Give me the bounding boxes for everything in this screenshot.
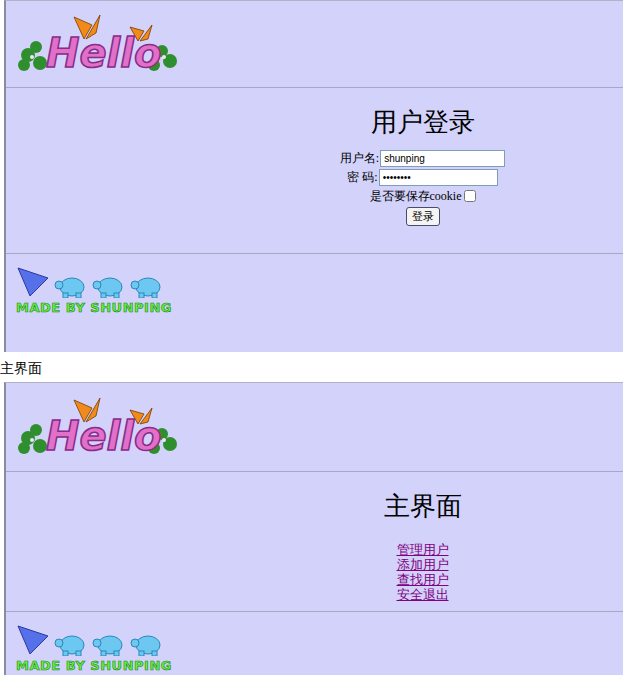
footer: MADE BY SHUNPING	[6, 612, 623, 675]
triangle-icon	[16, 624, 50, 656]
footer-logo: MADE BY SHUNPING	[16, 266, 613, 316]
username-input[interactable]	[380, 150, 505, 167]
turtle-icon	[130, 632, 164, 656]
login-button[interactable]: 登录	[406, 207, 440, 226]
field-row: 用户名:	[340, 150, 505, 167]
menu-link[interactable]: 安全退出	[397, 587, 449, 602]
login-title: 用户登录	[371, 106, 475, 140]
field-label: 密 码:	[347, 169, 377, 186]
header: Hello	[6, 1, 623, 88]
turtle-icon	[92, 632, 126, 656]
turtle-icon	[54, 274, 88, 298]
main-panel: Hello 主界面管理用户添加用户查找用户安全退出 MADE BY SHUNPING	[4, 382, 623, 675]
menu-link[interactable]: 管理用户	[397, 542, 449, 557]
login-content: 用户登录用户名: 密 码: 是否要保存cookie 登录	[6, 88, 623, 254]
menu-link[interactable]: 添加用户	[397, 557, 449, 572]
triangle-icon	[16, 266, 50, 298]
main-content: 主界面管理用户添加用户查找用户安全退出	[6, 472, 623, 612]
field-row: 密 码:	[347, 169, 497, 186]
hello-logo: Hello	[14, 11, 182, 77]
menu-link[interactable]: 查找用户	[397, 572, 449, 587]
remember-label: 是否要保存cookie	[370, 188, 462, 205]
page: Hello 用户登录用户名: 密 码: 是否要保存cookie 登录 MADE BY SH…	[0, 0, 623, 675]
caption: 主界面	[0, 352, 623, 382]
login-form: 用户名: 密 码: 是否要保存cookie 登录	[340, 150, 505, 226]
password-input[interactable]	[379, 169, 498, 186]
footer-text: MADE BY SHUNPING	[16, 658, 172, 673]
footer-logo: MADE BY SHUNPING	[16, 624, 613, 674]
menu-links: 管理用户添加用户查找用户安全退出	[397, 542, 449, 602]
turtle-icon	[130, 274, 164, 298]
footer-text: MADE BY SHUNPING	[16, 300, 172, 315]
remember-checkbox[interactable]	[464, 190, 476, 202]
footer: MADE BY SHUNPING	[6, 254, 623, 352]
turtle-icon	[92, 274, 126, 298]
footer-icons	[16, 266, 613, 298]
main-title: 主界面	[384, 490, 462, 524]
login-panel: Hello 用户登录用户名: 密 码: 是否要保存cookie 登录 MADE BY SH…	[4, 0, 623, 352]
field-label: 用户名:	[340, 150, 379, 167]
hello-logo: Hello	[14, 394, 182, 460]
turtle-icon	[54, 632, 88, 656]
header: Hello	[6, 383, 623, 472]
remember-row: 是否要保存cookie	[370, 188, 476, 205]
footer-icons	[16, 624, 613, 656]
